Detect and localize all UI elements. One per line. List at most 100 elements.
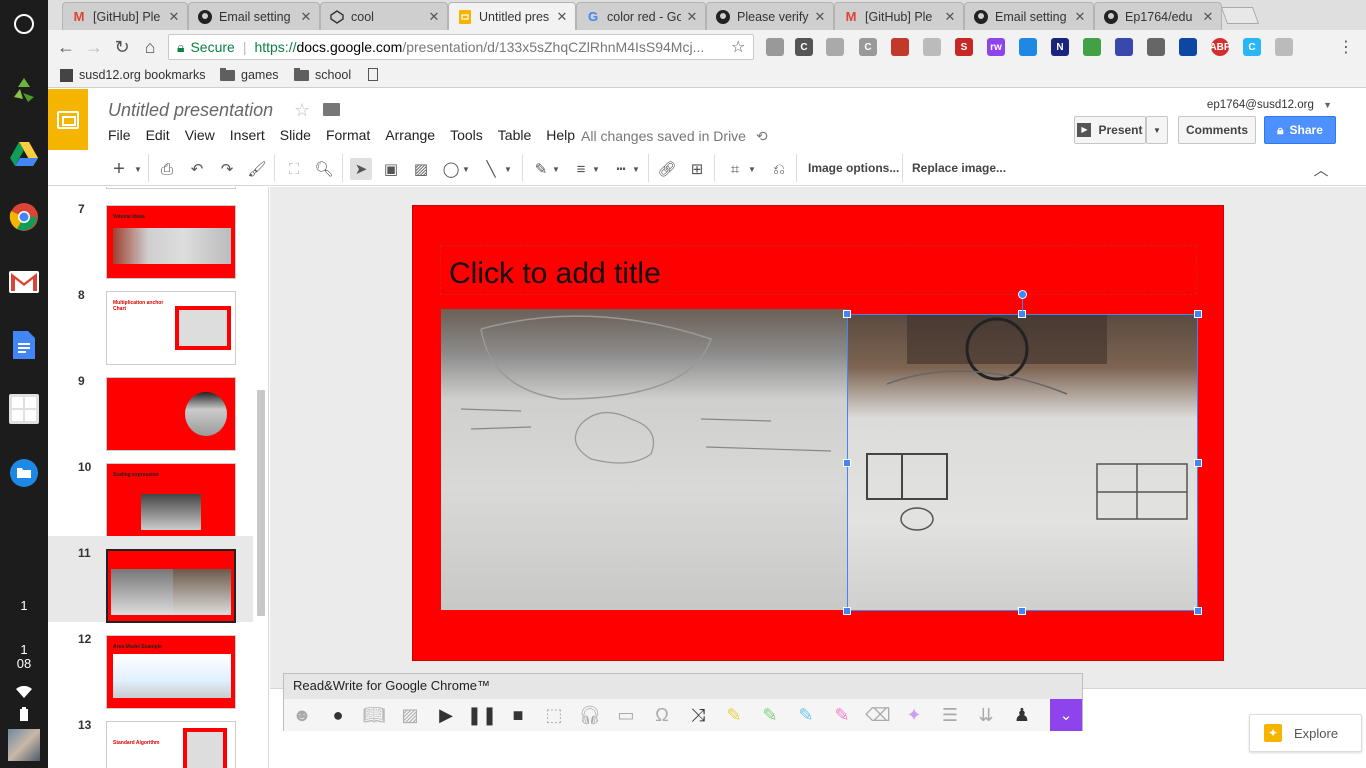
slide-thumb-row[interactable]: 8 Multiplication anchor Chart	[48, 278, 253, 365]
clear-highlights-icon[interactable]: ⌫	[865, 703, 890, 727]
slide-thumbnail[interactable]: Area Model Example	[106, 635, 236, 709]
sort-icon[interactable]: ⇊	[974, 703, 998, 727]
close-icon[interactable]: ✕	[299, 9, 313, 25]
filmstrip-scrollbar[interactable]	[257, 390, 265, 616]
highlight-yellow-icon[interactable]: ✎	[722, 703, 746, 727]
microphone-extension-icon[interactable]	[1115, 38, 1133, 56]
chevron-down-icon[interactable]: ▼	[550, 158, 562, 180]
replace-image-button[interactable]: Replace image...	[912, 161, 1006, 175]
explore-button[interactable]: ✦ Explore	[1249, 714, 1362, 752]
home-icon[interactable]: ⌂	[140, 37, 160, 57]
redo-icon[interactable]: ↷	[216, 158, 238, 180]
slide-thumb-row[interactable]: 13 Standard Algorithm	[48, 708, 253, 768]
c-extension-icon[interactable]: C	[795, 38, 813, 56]
slide-thumb-row-current[interactable]: 11	[48, 536, 253, 623]
link-icon[interactable]: 🔗︎	[656, 158, 678, 180]
menu-insert[interactable]: Insert	[230, 127, 265, 143]
slides-logo[interactable]	[48, 89, 88, 150]
chevron-down-icon[interactable]: ▼	[502, 158, 514, 180]
chevron-down-icon[interactable]: ▼	[630, 158, 642, 180]
zoom-icon[interactable]: 🔍︎	[313, 158, 335, 180]
close-icon[interactable]: ✕	[685, 9, 699, 25]
vocabulary-icon[interactable]: ☰	[938, 703, 962, 727]
docs-extension-icon[interactable]	[1083, 38, 1101, 56]
shuffle-icon[interactable]: ⤨	[686, 703, 710, 727]
close-icon[interactable]: ✕	[813, 9, 827, 25]
pen-extension-icon[interactable]	[1019, 38, 1037, 56]
clock[interactable]: 1 08	[0, 643, 48, 671]
rw-extension-icon[interactable]: rw	[987, 38, 1005, 56]
tab-cool[interactable]: cool ✕	[320, 2, 448, 30]
slide-thumbnail[interactable]: Standard Algorithm	[106, 721, 236, 768]
chevron-down-icon[interactable]: ▼	[132, 158, 144, 180]
shield-extension-icon[interactable]	[1179, 38, 1197, 56]
book-extension-icon[interactable]	[891, 38, 909, 56]
forward-arrow-icon[interactable]: →	[84, 37, 104, 57]
close-icon[interactable]: ✕	[1201, 9, 1215, 25]
slide-thumbnail-partial[interactable]	[106, 187, 236, 189]
picture-dictionary-icon[interactable]: 📖︎	[362, 703, 386, 727]
folder-icon[interactable]	[323, 103, 340, 116]
c-gray-extension-icon[interactable]: C	[859, 38, 877, 56]
highlight-green-icon[interactable]: ✎	[758, 703, 782, 727]
shape-icon[interactable]: ◯	[440, 158, 462, 180]
recycle-app-icon[interactable]	[8, 74, 40, 106]
slide-thumbnail[interactable]	[106, 377, 236, 451]
text-box-icon[interactable]: ▣	[380, 158, 402, 180]
bookmark-susd12[interactable]: susd12.org bookmarks	[60, 68, 205, 82]
paint-format-icon[interactable]: 🖌︎	[246, 158, 268, 180]
tab-please-verify[interactable]: Please verify ✕	[706, 2, 834, 30]
collect-highlights-icon[interactable]: ✦	[902, 703, 926, 727]
recycle-extension-icon[interactable]	[1147, 38, 1165, 56]
image-icon[interactable]: ▨	[410, 158, 432, 180]
gmail-app-icon[interactable]	[8, 266, 40, 298]
pause-icon[interactable]: ❚❚	[467, 703, 497, 727]
highlight-blue-icon[interactable]: ✎	[794, 703, 818, 727]
chevron-down-icon[interactable]: ⌄	[1050, 699, 1082, 731]
line-icon[interactable]: ╲	[480, 158, 502, 180]
tab-color-red-google[interactable]: G color red - Go ✕	[576, 2, 706, 30]
camera-extension-icon[interactable]	[766, 38, 784, 56]
image-options-button[interactable]: Image options...	[808, 161, 899, 175]
bookmark-folder-school[interactable]: school	[294, 67, 351, 82]
google-docs-icon[interactable]	[8, 329, 40, 361]
rotate-handle[interactable]	[1018, 290, 1027, 299]
resize-handle-nw[interactable]	[843, 310, 851, 318]
share-button[interactable]: 🔒︎ Share	[1264, 116, 1336, 144]
chevron-down-icon[interactable]: ▼	[746, 158, 758, 180]
resize-handle-ne[interactable]	[1194, 310, 1202, 318]
tab-email-settings-2[interactable]: Email setting ✕	[964, 2, 1094, 30]
close-icon[interactable]: ✕	[427, 9, 441, 25]
new-tab-button[interactable]	[1220, 7, 1260, 24]
close-icon[interactable]: ✕	[943, 9, 957, 25]
tab-ep1764-edu[interactable]: Ep1764/edu ✕	[1094, 2, 1222, 30]
present-button[interactable]: ▶ Present	[1074, 116, 1146, 144]
menu-icon[interactable]: ⋮	[1336, 37, 1356, 57]
launcher-button[interactable]	[14, 14, 34, 34]
address-bar[interactable]: 🔒︎ Secure | https://docs.google.com/pres…	[168, 34, 754, 60]
chevron-down-icon[interactable]: ▼	[590, 158, 602, 180]
title-placeholder[interactable]: Click to add title	[440, 245, 1197, 295]
tab-email-settings-1[interactable]: Email setting ✕	[188, 2, 320, 30]
resize-handle-sw[interactable]	[843, 607, 851, 615]
menu-arrange[interactable]: Arrange	[385, 127, 435, 143]
bookmark-page[interactable]	[368, 68, 378, 81]
reload-icon[interactable]: ↻	[112, 37, 132, 57]
stop-icon[interactable]: ■	[506, 703, 530, 727]
menu-file[interactable]: File	[108, 127, 131, 143]
google-drive-icon[interactable]	[8, 138, 40, 170]
resize-handle-s[interactable]	[1018, 607, 1026, 615]
line-weight-icon[interactable]: ≡	[570, 158, 592, 180]
bookmark-folder-games[interactable]: games	[220, 67, 279, 82]
menu-edit[interactable]: Edit	[146, 127, 170, 143]
resize-handle-se[interactable]	[1194, 607, 1202, 615]
chrome-app-icon[interactable]	[8, 201, 40, 233]
menu-tools[interactable]: Tools	[450, 127, 483, 143]
calculator-app-icon[interactable]	[8, 393, 40, 425]
present-options-button[interactable]: ▼	[1146, 116, 1168, 144]
chevron-down-icon[interactable]: ▼	[460, 158, 472, 180]
slide-thumbnail[interactable]: Multiplication anchor Chart	[106, 291, 236, 365]
files-app-icon[interactable]	[8, 457, 40, 489]
pen-icon[interactable]: ✎	[530, 158, 552, 180]
reset-image-icon[interactable]: ⎌	[768, 158, 790, 180]
